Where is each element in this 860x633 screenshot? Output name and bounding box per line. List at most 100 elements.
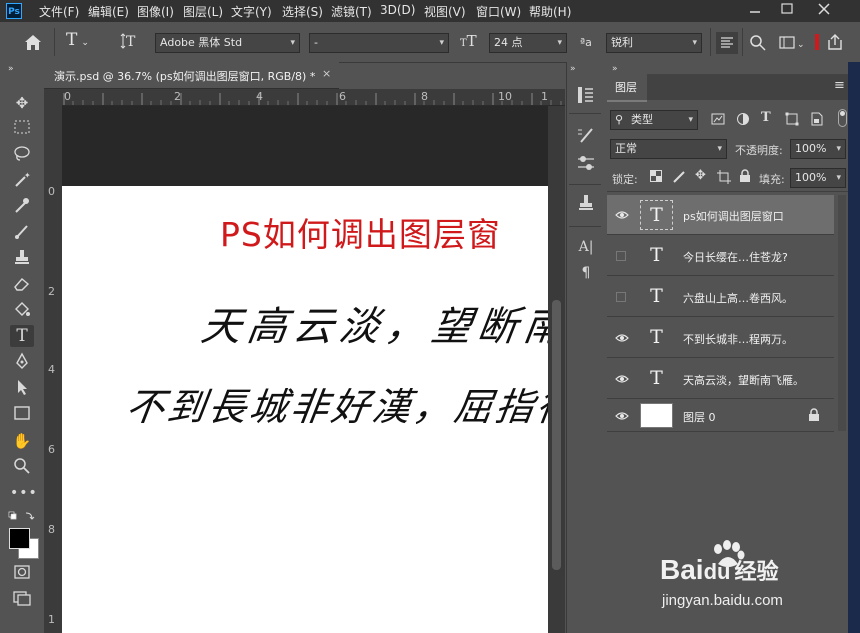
- font-size-select[interactable]: 24 点 ▾: [489, 33, 567, 53]
- layer-filter-select[interactable]: ⚲ 类型 ▾: [610, 110, 698, 130]
- layer-name[interactable]: ps如何调出图层窗口: [683, 208, 784, 224]
- lock-position-icon[interactable]: ✥: [695, 168, 706, 183]
- visibility-toggle-off[interactable]: [616, 292, 626, 302]
- fill-input[interactable]: 100% ▾: [790, 168, 846, 188]
- magic-wand-tool-icon[interactable]: ✦: [10, 170, 34, 192]
- visibility-eye-icon[interactable]: [615, 208, 629, 222]
- screen-mode-icon[interactable]: [10, 589, 34, 611]
- clone-source-icon[interactable]: [575, 192, 597, 214]
- text-layer-thumbnail-icon: T: [650, 326, 663, 348]
- workspace-icon[interactable]: ⌄: [778, 33, 806, 53]
- eyedropper-tool-icon[interactable]: [10, 196, 34, 218]
- visibility-eye-icon[interactable]: [615, 372, 629, 386]
- search-icon[interactable]: [748, 33, 768, 53]
- expand-dock-icon[interactable]: »: [570, 64, 576, 74]
- paragraph-panel-icon[interactable]: ¶: [575, 262, 597, 284]
- path-selection-tool-icon[interactable]: [10, 378, 34, 400]
- brush-tool-icon[interactable]: [10, 222, 34, 244]
- toggle-text-orientation-icon[interactable]: T: [120, 30, 142, 52]
- more-tools-icon[interactable]: •••: [10, 482, 37, 504]
- menu-type[interactable]: 文字(Y): [231, 3, 272, 20]
- panel-menu-icon[interactable]: ≡: [834, 78, 845, 93]
- menu-file[interactable]: 文件(F): [39, 3, 79, 20]
- filter-toggle[interactable]: [838, 109, 847, 127]
- filter-pixel-icon[interactable]: [711, 112, 725, 126]
- layer-name[interactable]: 六盘山上高…卷西风。: [683, 290, 793, 306]
- lock-artboard-icon[interactable]: [717, 170, 731, 184]
- chevron-down-icon: ▾: [290, 38, 295, 48]
- visibility-eye-icon[interactable]: [615, 409, 629, 423]
- character-panel-icon[interactable]: A|: [575, 236, 597, 258]
- pen-tool-icon[interactable]: [10, 352, 34, 374]
- minimize-icon[interactable]: [740, 0, 770, 22]
- svg-text:✦: ✦: [24, 171, 31, 180]
- document-tab[interactable]: 演示.psd @ 36.7% (ps如何调出图层窗口, RGB/8) * ×: [44, 62, 339, 89]
- chevron-down-icon: ▾: [836, 173, 841, 183]
- lock-all-icon[interactable]: [739, 169, 751, 183]
- menu-view[interactable]: 视图(V): [424, 3, 466, 20]
- menu-image[interactable]: 图像(I): [137, 3, 174, 20]
- menu-select[interactable]: 选择(S): [282, 3, 323, 20]
- filter-type-icon[interactable]: T: [761, 110, 775, 126]
- close-icon[interactable]: [810, 0, 840, 22]
- share-icon[interactable]: [825, 32, 845, 52]
- adjustments-icon[interactable]: [575, 152, 597, 174]
- layer-name[interactable]: 图层 0: [683, 409, 716, 425]
- quick-mask-icon[interactable]: [10, 563, 34, 585]
- chevron-down-icon: ▾: [836, 144, 841, 154]
- font-style-value: -: [314, 36, 318, 49]
- eraser-tool-icon[interactable]: [10, 274, 34, 296]
- hand-tool-icon[interactable]: ✋: [10, 430, 34, 452]
- stamp-tool-icon[interactable]: [10, 248, 34, 270]
- filter-shape-icon[interactable]: [785, 112, 799, 126]
- visibility-toggle-off[interactable]: [616, 251, 626, 261]
- lock-image-icon[interactable]: [672, 170, 686, 184]
- menu-help[interactable]: 帮助(H): [529, 3, 571, 20]
- foreground-color-swatch[interactable]: [9, 528, 30, 549]
- layer-name[interactable]: 今日长缨在…住苍龙?: [683, 249, 788, 265]
- font-family-select[interactable]: Adobe 黑体 Std ▾: [155, 33, 300, 53]
- watermark-url: jingyan.baidu.com: [662, 592, 783, 609]
- ruler-label: 6: [339, 90, 346, 103]
- menu-window[interactable]: 窗口(W): [476, 3, 521, 20]
- swap-colors-icon[interactable]: [8, 510, 38, 522]
- layer-name[interactable]: 不到长城非…程两万。: [683, 331, 793, 347]
- anti-alias-value: 锐利: [611, 36, 633, 49]
- canvas[interactable]: PS如何调出图层窗 天高云淡，望断南飛 不到長城非好漢，屈指行: [62, 186, 548, 633]
- scrollbar-thumb[interactable]: [552, 300, 561, 570]
- align-left-icon[interactable]: [716, 32, 738, 54]
- text-tool-preset-icon[interactable]: T ⌄: [66, 30, 102, 52]
- filter-adjustment-icon[interactable]: [736, 112, 750, 126]
- separator: [607, 191, 860, 192]
- lock-transparent-icon[interactable]: [650, 170, 662, 182]
- font-style-select[interactable]: - ▾: [309, 33, 449, 53]
- collapse-panel-icon[interactable]: »: [612, 64, 618, 74]
- home-icon[interactable]: [22, 32, 44, 52]
- layer-name[interactable]: 天高云淡，望断南飞雁。: [683, 372, 804, 388]
- paint-bucket-tool-icon[interactable]: [10, 300, 34, 322]
- zoom-tool-icon[interactable]: [10, 456, 34, 478]
- menu-edit[interactable]: 编辑(E): [88, 3, 129, 20]
- collapse-toolbar-icon[interactable]: »: [8, 64, 14, 74]
- history-icon[interactable]: [575, 84, 597, 106]
- menu-layer[interactable]: 图层(L): [183, 3, 223, 20]
- menu-3d[interactable]: 3D(D): [380, 3, 415, 17]
- maximize-icon[interactable]: [772, 0, 802, 22]
- visibility-eye-icon[interactable]: [615, 331, 629, 345]
- rectangle-tool-icon[interactable]: [10, 404, 34, 426]
- opacity-input[interactable]: 100% ▾: [790, 139, 846, 159]
- tab-layers[interactable]: 图层: [607, 74, 647, 102]
- ruler-label: 8: [48, 523, 55, 536]
- menu-filter[interactable]: 滤镜(T): [331, 3, 372, 20]
- brush-settings-icon[interactable]: [575, 124, 597, 146]
- type-tool-icon[interactable]: T: [10, 325, 34, 347]
- anti-alias-select[interactable]: 锐利 ▾: [606, 33, 702, 53]
- close-tab-icon[interactable]: ×: [322, 67, 331, 80]
- move-tool-icon[interactable]: ✥: [10, 92, 34, 114]
- ruler-origin[interactable]: [44, 89, 62, 105]
- layers-scrollbar[interactable]: [838, 195, 846, 431]
- blend-mode-select[interactable]: 正常 ▾: [610, 139, 727, 159]
- lasso-tool-icon[interactable]: [10, 144, 34, 166]
- filter-smart-object-icon[interactable]: [810, 112, 824, 126]
- marquee-tool-icon[interactable]: [10, 118, 34, 140]
